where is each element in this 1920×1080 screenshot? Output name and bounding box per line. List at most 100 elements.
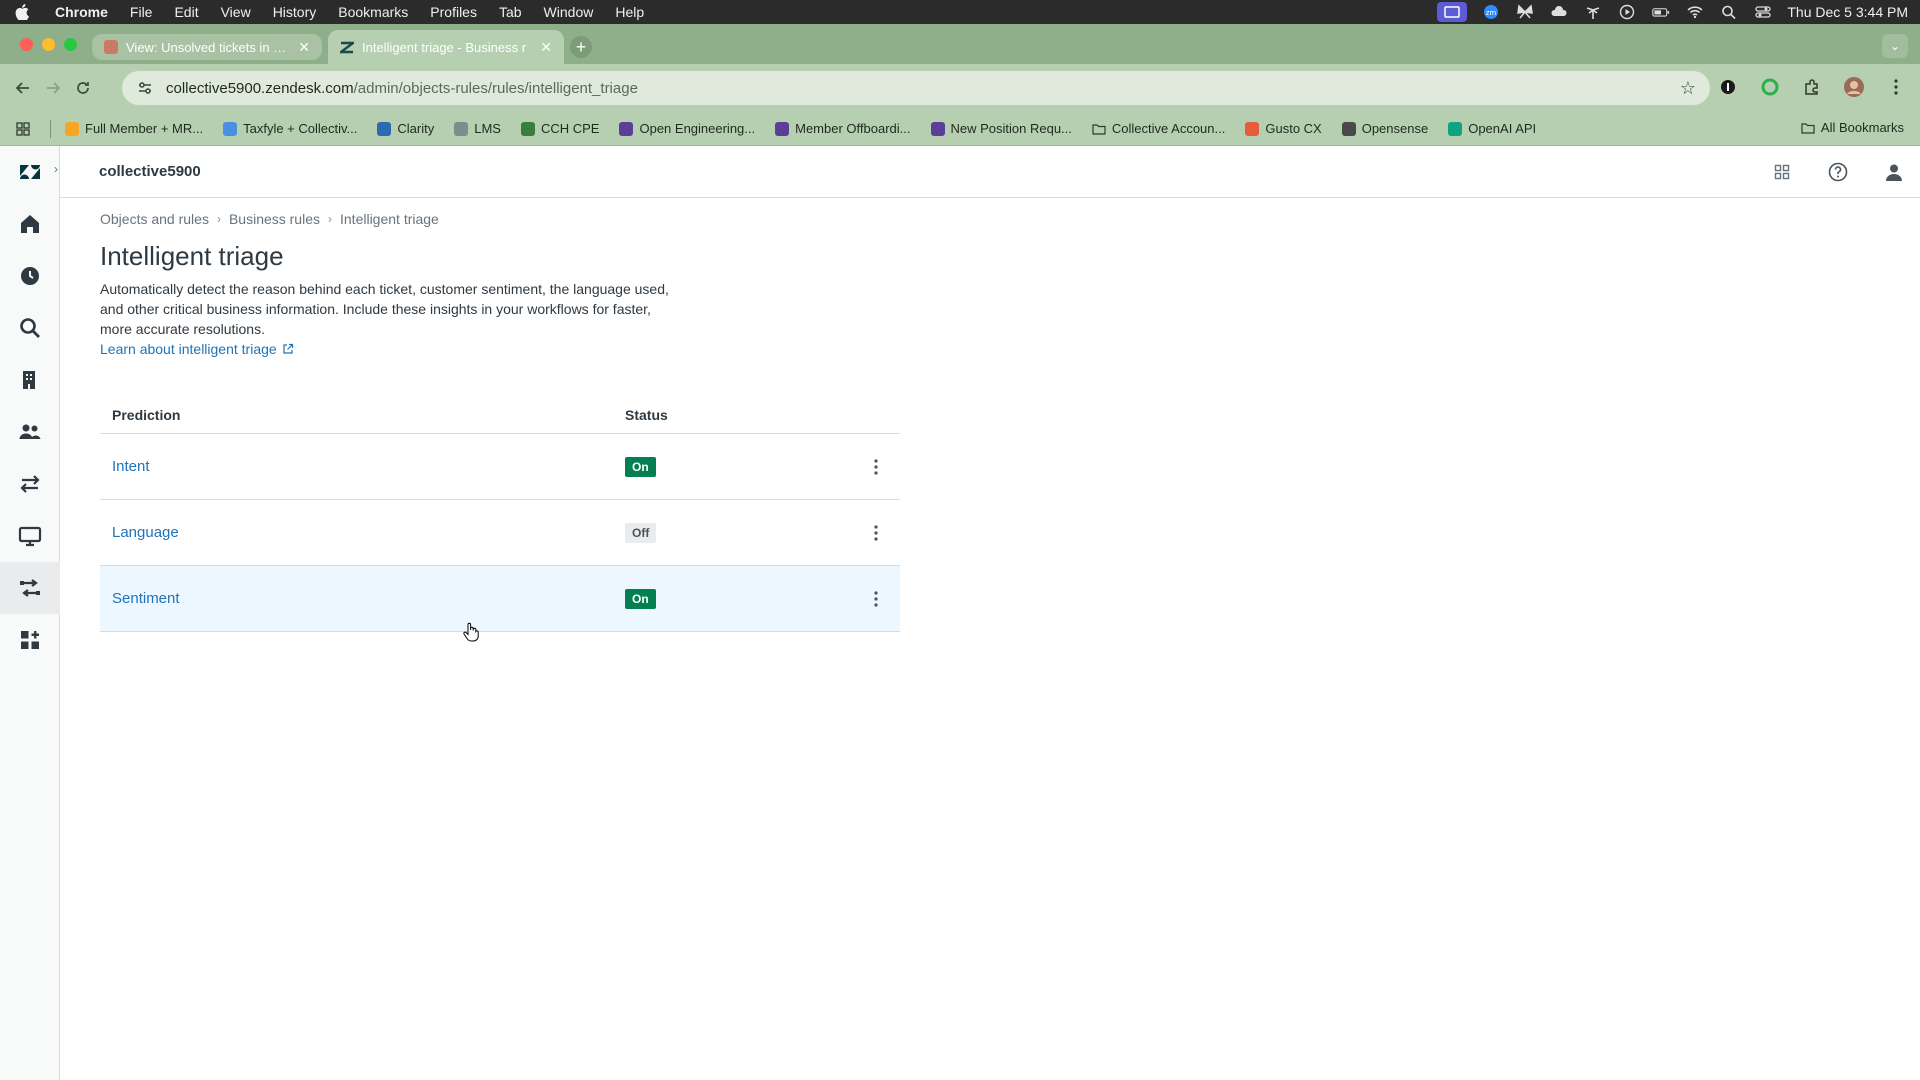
bookmark-label: Collective Accoun... — [1111, 121, 1226, 136]
bookmark-label: Gusto CX — [1265, 121, 1322, 136]
breadcrumb-objects-and-rules[interactable]: Objects and rules — [100, 211, 209, 227]
bookmark-label: Full Member + MR... — [85, 121, 204, 136]
menu-view[interactable]: View — [210, 4, 262, 20]
profile-avatar[interactable] — [1840, 73, 1868, 101]
predictions-table: Prediction Status Intent On Language Off… — [100, 396, 900, 632]
bookmark-favicon — [520, 121, 535, 136]
minimize-window-button[interactable] — [42, 38, 55, 51]
cloud-icon[interactable] — [1549, 4, 1569, 20]
menu-bookmarks[interactable]: Bookmarks — [327, 4, 419, 20]
spotlight-search-icon[interactable] — [1719, 4, 1739, 20]
bookmark-favicon — [1341, 121, 1356, 136]
tab-title: Intelligent triage - Business r — [362, 39, 527, 55]
wifi-icon[interactable] — [1685, 4, 1705, 20]
menu-app-name[interactable]: Chrome — [44, 4, 119, 20]
recent-clock-icon[interactable] — [0, 250, 60, 302]
apple-menu-icon[interactable] — [0, 4, 44, 20]
menu-help[interactable]: Help — [604, 4, 655, 20]
row-options-kebab-icon[interactable] — [864, 587, 888, 611]
expand-nav-chevron-icon[interactable]: › — [54, 162, 58, 176]
table-header: Prediction Status — [100, 396, 900, 434]
back-arrow-icon[interactable] — [8, 73, 38, 103]
play-icon[interactable] — [1617, 4, 1637, 20]
bookmark-item[interactable]: OpenAI API — [1448, 121, 1536, 136]
all-bookmarks-button[interactable]: All Bookmarks — [1801, 120, 1904, 135]
close-window-button[interactable] — [20, 38, 33, 51]
bookmark-item[interactable]: Clarity — [377, 121, 434, 136]
menu-window[interactable]: Window — [533, 4, 605, 20]
menubar-clock[interactable]: Thu Dec 5 3:44 PM — [1787, 4, 1908, 20]
prediction-link-language[interactable]: Language — [100, 524, 625, 541]
apps-integrations-icon[interactable] — [0, 614, 60, 666]
menu-history[interactable]: History — [262, 4, 328, 20]
bookmark-item[interactable]: Full Member + MR... — [65, 121, 203, 136]
bookmarks-bar: Full Member + MR... Taxfyle + Collectiv.… — [0, 112, 1920, 146]
menu-edit[interactable]: Edit — [163, 4, 209, 20]
user-profile-icon[interactable] — [1880, 158, 1908, 186]
new-tab-button[interactable]: + — [570, 36, 592, 58]
extensions-puzzle-icon[interactable] — [1798, 73, 1826, 101]
prediction-link-intent[interactable]: Intent — [100, 458, 625, 475]
menu-file[interactable]: File — [119, 4, 164, 20]
bookmark-item[interactable]: Taxfyle + Collectiv... — [223, 121, 357, 136]
zendesk-favicon — [337, 40, 357, 54]
tab-search-icon[interactable]: ⌄ — [1882, 34, 1908, 58]
tab-unsolved-tickets[interactable]: View: Unsolved tickets in your ✕ — [92, 34, 322, 60]
control-center-icon[interactable] — [1753, 4, 1773, 20]
browser-tab-strip: View: Unsolved tickets in your ✕ Intelli… — [0, 24, 1920, 64]
reload-icon[interactable] — [68, 73, 98, 103]
status-badge: Off — [625, 522, 657, 543]
breadcrumb-intelligent-triage: Intelligent triage — [340, 211, 439, 227]
bookmark-item[interactable]: New Position Requ... — [930, 121, 1072, 136]
site-info-icon[interactable] — [136, 79, 154, 97]
forward-arrow-icon[interactable] — [38, 73, 68, 103]
zendesk-logo-icon[interactable] — [0, 146, 60, 198]
battery-icon[interactable] — [1651, 4, 1671, 20]
bookmark-item[interactable]: LMS — [454, 121, 501, 136]
breadcrumb-business-rules[interactable]: Business rules — [229, 211, 320, 227]
bookmark-favicon — [377, 121, 392, 136]
bookmark-item[interactable]: CCH CPE — [520, 121, 599, 136]
table-row: Intent On — [100, 434, 900, 500]
help-icon[interactable] — [1824, 158, 1852, 186]
workspaces-monitor-icon[interactable] — [0, 510, 60, 562]
close-tab-icon[interactable]: ✕ — [540, 39, 552, 56]
people-icon[interactable] — [0, 406, 60, 458]
sync-extension-icon[interactable] — [1756, 73, 1784, 101]
close-tab-icon[interactable]: ✕ — [298, 39, 310, 56]
browser-toolbar: collective5900.zendesk.com/admin/objects… — [0, 64, 1920, 112]
apps-grid-icon[interactable] — [16, 121, 30, 136]
learn-more-link[interactable]: Learn about intelligent triage — [100, 341, 294, 357]
objects-rules-icon[interactable] — [0, 562, 60, 614]
bookmark-star-icon[interactable]: ☆ — [1680, 78, 1696, 99]
bookmark-item[interactable]: Open Engineering... — [619, 121, 755, 136]
zoom-icon[interactable]: zm — [1481, 4, 1501, 20]
product-tray-icon[interactable] — [1768, 158, 1796, 186]
table-row: Language Off — [100, 500, 900, 566]
bookmark-item[interactable]: Member Offboardi... — [775, 121, 911, 136]
prediction-link-sentiment[interactable]: Sentiment — [100, 590, 625, 607]
maximize-window-button[interactable] — [64, 38, 77, 51]
bookmark-folder[interactable]: Collective Accoun... — [1092, 121, 1225, 136]
row-options-kebab-icon[interactable] — [864, 521, 888, 545]
bookmark-item[interactable]: Opensense — [1341, 121, 1428, 136]
bookmark-favicon — [454, 121, 469, 136]
folder-icon — [1801, 122, 1815, 134]
search-icon[interactable] — [0, 302, 60, 354]
row-options-kebab-icon[interactable] — [864, 455, 888, 479]
menu-tab[interactable]: Tab — [488, 4, 533, 20]
address-bar[interactable]: collective5900.zendesk.com/admin/objects… — [122, 71, 1710, 105]
channels-arrows-icon[interactable] — [0, 458, 60, 510]
menu-profiles[interactable]: Profiles — [419, 4, 488, 20]
screen-share-icon[interactable] — [1437, 2, 1468, 22]
home-icon[interactable] — [0, 198, 60, 250]
butterfly-icon[interactable] — [1515, 4, 1535, 20]
bookmark-label: OpenAI API — [1468, 121, 1537, 136]
chrome-menu-icon[interactable] — [1882, 73, 1910, 101]
password-manager-icon[interactable] — [1714, 73, 1742, 101]
status-badge: On — [625, 588, 656, 609]
bookmark-item[interactable]: Gusto CX — [1245, 121, 1322, 136]
account-building-icon[interactable] — [0, 354, 60, 406]
tab-intelligent-triage[interactable]: Intelligent triage - Business r ✕ — [328, 30, 564, 64]
palm-tree-icon[interactable] — [1583, 4, 1603, 20]
